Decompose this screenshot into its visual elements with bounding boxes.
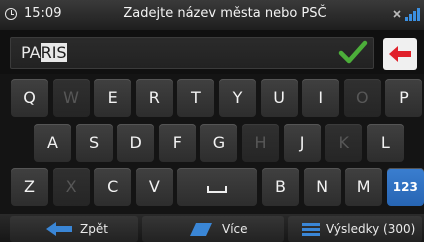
results-label: Výsledky (300) bbox=[326, 222, 416, 236]
search-text: PARIS bbox=[21, 43, 67, 62]
autocomplete-suggestion: RIS bbox=[40, 43, 67, 62]
key-w: W bbox=[52, 79, 90, 117]
key-space[interactable] bbox=[177, 168, 258, 206]
gps-signal-icon bbox=[393, 8, 420, 21]
key-u[interactable]: U bbox=[260, 79, 298, 117]
key-t[interactable]: T bbox=[177, 79, 215, 117]
space-icon bbox=[207, 186, 228, 193]
key-p[interactable]: P bbox=[385, 79, 423, 117]
key-f[interactable]: F bbox=[158, 124, 196, 162]
key-h: H bbox=[242, 124, 279, 162]
key-j[interactable]: J bbox=[283, 124, 321, 162]
key-v[interactable]: V bbox=[135, 168, 173, 206]
clock-time: 15:09 bbox=[24, 6, 62, 21]
backspace-button[interactable] bbox=[383, 38, 417, 70]
key-s[interactable]: S bbox=[75, 124, 113, 162]
key-l[interactable]: L bbox=[366, 124, 404, 162]
key-i[interactable]: I bbox=[302, 79, 340, 117]
typed-text: PA bbox=[21, 43, 41, 62]
key-c[interactable]: C bbox=[94, 168, 132, 206]
back-label: Zpět bbox=[80, 222, 108, 236]
key-a[interactable]: A bbox=[34, 124, 71, 162]
key-b[interactable]: B bbox=[262, 168, 299, 206]
key-numbers[interactable]: 123 bbox=[386, 168, 424, 206]
results-button[interactable]: Výsledky (300) bbox=[288, 216, 422, 242]
backspace-icon bbox=[389, 46, 411, 62]
key-q[interactable]: Q bbox=[11, 79, 48, 117]
clock-icon bbox=[5, 8, 17, 20]
key-r[interactable]: R bbox=[135, 79, 173, 117]
key-y[interactable]: Y bbox=[219, 79, 256, 117]
city-search-input[interactable]: PARIS bbox=[10, 37, 374, 69]
page-title: Zadejte název města nebo PSČ bbox=[123, 6, 327, 21]
key-d[interactable]: D bbox=[117, 124, 155, 162]
status-bar: 15:09 Zadejte název města nebo PSČ bbox=[0, 0, 424, 30]
check-icon[interactable] bbox=[338, 37, 368, 67]
key-e[interactable]: E bbox=[94, 79, 132, 117]
key-o: O bbox=[343, 79, 381, 117]
key-m[interactable]: M bbox=[345, 168, 383, 206]
more-icon bbox=[190, 223, 212, 236]
key-k: K bbox=[325, 124, 363, 162]
list-icon bbox=[302, 223, 320, 236]
back-button[interactable]: Zpět bbox=[10, 216, 138, 242]
key-g[interactable]: G bbox=[200, 124, 238, 162]
key-n[interactable]: N bbox=[303, 168, 341, 206]
key-x: X bbox=[52, 168, 90, 206]
more-label: Více bbox=[222, 222, 248, 236]
more-button[interactable]: Více bbox=[142, 216, 284, 242]
arrow-left-icon bbox=[46, 222, 72, 236]
key-z[interactable]: Z bbox=[11, 168, 48, 206]
